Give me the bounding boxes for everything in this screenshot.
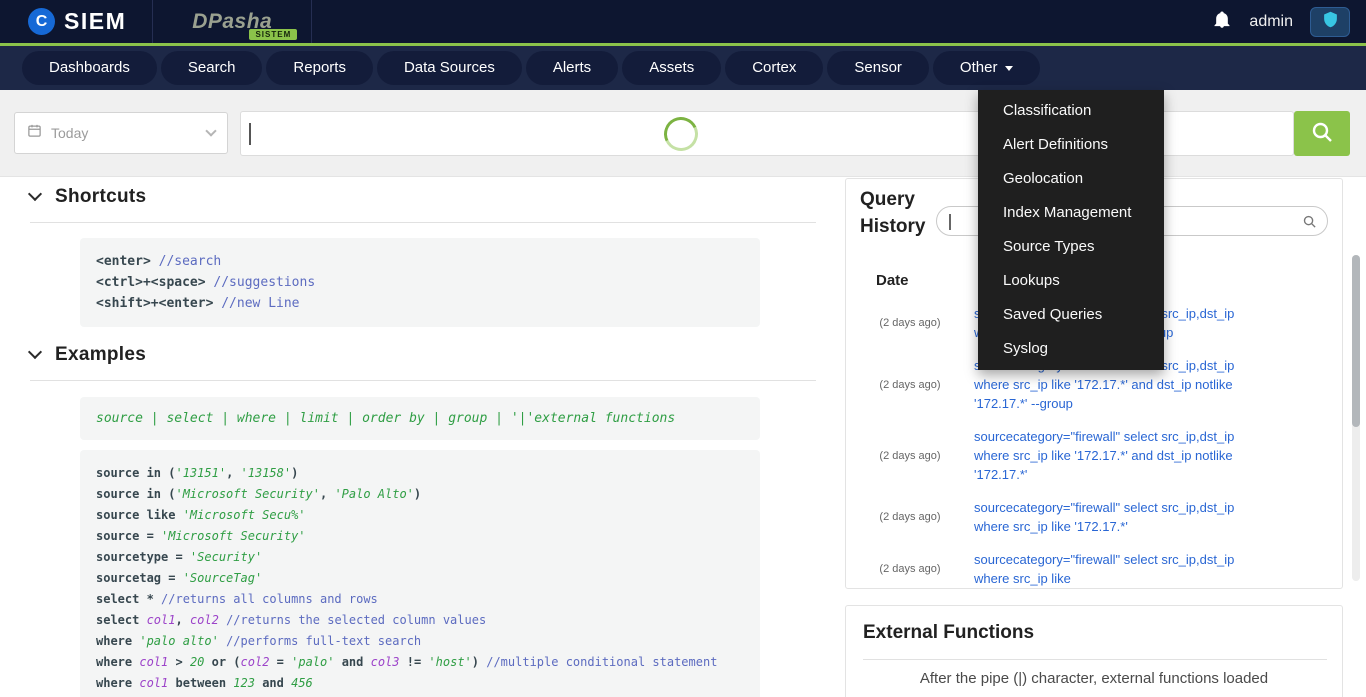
shield-icon	[1322, 10, 1339, 34]
menu-item-syslog[interactable]: Syslog	[978, 332, 1164, 366]
search-magnifier-icon	[1310, 120, 1334, 147]
caret-down-icon	[1005, 66, 1013, 71]
code-line: select col1, col2 //returns the selected…	[96, 610, 744, 631]
loading-spinner	[659, 112, 703, 156]
code-line: source in ('13151', '13158')	[96, 463, 744, 484]
external-functions-title: External Functions	[863, 622, 1034, 644]
chevron-down-icon	[28, 187, 42, 201]
query-history-row: (2 days ago) sourcecategory="firewall" se…	[860, 543, 1260, 586]
section-divider	[863, 659, 1327, 660]
examples-title: Examples	[55, 344, 146, 366]
query-date: (2 days ago)	[860, 511, 960, 523]
code-line: <enter> //search	[96, 251, 744, 272]
brand-logo: DPasha SISTEM	[153, 0, 311, 43]
query-history-title: Query History	[860, 186, 945, 240]
code-line: sourcetype = 'Security'	[96, 547, 744, 568]
nav-item-sensor[interactable]: Sensor	[827, 51, 929, 85]
query-date: (2 days ago)	[860, 450, 960, 462]
section-divider	[30, 222, 816, 223]
other-dropdown-menu: ClassificationAlert DefinitionsGeolocati…	[978, 90, 1164, 370]
brand-badge: SISTEM	[249, 29, 297, 40]
menu-item-classification[interactable]: Classification	[978, 94, 1164, 128]
logo-text: SIEM	[64, 8, 126, 35]
topbar: C SIEM DPasha SISTEM admin	[0, 0, 1366, 43]
nav-item-assets[interactable]: Assets	[622, 51, 721, 85]
chevron-down-icon	[28, 345, 42, 359]
query-date: (2 days ago)	[860, 563, 960, 575]
code-line: source = 'Microsoft Security'	[96, 526, 744, 547]
code-line: sourcetag = 'SourceTag'	[96, 568, 744, 589]
date-range-label: Today	[51, 125, 88, 141]
column-header-date: Date	[876, 272, 909, 289]
text-cursor	[249, 123, 251, 145]
scrollbar-thumb[interactable]	[1352, 255, 1360, 427]
nav-item-search[interactable]: Search	[161, 51, 263, 85]
query-link[interactable]: sourcecategory="firewall" select src_ip,…	[974, 498, 1239, 536]
search-button[interactable]	[1294, 111, 1350, 156]
code-line: select * //returns all columns and rows	[96, 589, 744, 610]
menu-item-index-management[interactable]: Index Management	[978, 196, 1164, 230]
examples-pipeline-block: source | select | where | limit | order …	[80, 397, 760, 440]
notification-bell-icon[interactable]	[1212, 9, 1232, 35]
text-cursor	[949, 214, 951, 230]
topbar-right: admin	[1212, 7, 1366, 37]
shortcuts-section-header[interactable]: Shortcuts	[30, 186, 146, 208]
external-functions-description: After the pipe (|) character, external f…	[846, 668, 1342, 689]
menu-item-lookups[interactable]: Lookups	[978, 264, 1164, 298]
code-line: where 'palo alto' //performs full-text s…	[96, 631, 744, 652]
shortcuts-code-block: <enter> //search<ctrl>+<space> //suggest…	[80, 238, 760, 327]
nav-item-cortex[interactable]: Cortex	[725, 51, 823, 85]
user-shield-button[interactable]	[1310, 7, 1350, 37]
code-line: <shift>+<enter> //new Line	[96, 293, 744, 314]
menu-item-source-types[interactable]: Source Types	[978, 230, 1164, 264]
section-divider	[30, 380, 816, 381]
nav-item-dashboards[interactable]: Dashboards	[22, 51, 157, 85]
topbar-divider	[311, 0, 312, 43]
nav-item-alerts[interactable]: Alerts	[526, 51, 618, 85]
query-date: (2 days ago)	[860, 379, 960, 391]
app-logo[interactable]: C SIEM	[0, 8, 126, 35]
username[interactable]: admin	[1249, 13, 1293, 31]
chevron-down-icon	[205, 125, 216, 136]
external-functions-panel: External Functions After the pipe (|) ch…	[845, 605, 1343, 697]
calendar-icon	[27, 123, 42, 143]
code-line: source | select | where | limit | order …	[96, 408, 744, 429]
menu-item-alert-definitions[interactable]: Alert Definitions	[978, 128, 1164, 162]
nav-item-data-sources[interactable]: Data Sources	[377, 51, 522, 85]
code-line: source like 'Microsoft Secu%'	[96, 505, 744, 526]
query-link[interactable]: sourcecategory="firewall" select src_ip,…	[974, 427, 1239, 484]
examples-code-block: source in ('13151', '13158')source in ('…	[80, 450, 760, 697]
code-line: where col1 > 20 or (col2 = 'palo' and co…	[96, 652, 744, 673]
query-date: (2 days ago)	[860, 317, 960, 329]
nav-item-other[interactable]: Other	[933, 51, 1041, 85]
code-line: <ctrl>+<space> //suggestions	[96, 272, 744, 293]
query-history-row: (2 days ago) sourcecategory="firewall" se…	[860, 420, 1260, 491]
query-link[interactable]: sourcecategory="firewall" select src_ip,…	[974, 550, 1239, 586]
main-nav: DashboardsSearchReportsData SourcesAlert…	[0, 43, 1366, 90]
search-magnifier-icon[interactable]	[1302, 214, 1317, 234]
shortcuts-title: Shortcuts	[55, 186, 146, 208]
menu-item-saved-queries[interactable]: Saved Queries	[978, 298, 1164, 332]
nav-item-reports[interactable]: Reports	[266, 51, 373, 85]
code-line: source in ('Microsoft Security', 'Palo A…	[96, 484, 744, 505]
code-line: where col1 between 123 and 456	[96, 673, 744, 694]
date-range-select[interactable]: Today	[14, 112, 228, 154]
nav-items: DashboardsSearchReportsData SourcesAlert…	[22, 51, 929, 85]
query-history-scrollbar[interactable]	[1352, 255, 1360, 581]
menu-item-geolocation[interactable]: Geolocation	[978, 162, 1164, 196]
query-history-row: (2 days ago) sourcecategory="firewall" se…	[860, 491, 1260, 543]
logo-c-icon: C	[28, 8, 55, 35]
nav-item-other-label: Other	[960, 51, 998, 85]
examples-section-header[interactable]: Examples	[30, 344, 146, 366]
